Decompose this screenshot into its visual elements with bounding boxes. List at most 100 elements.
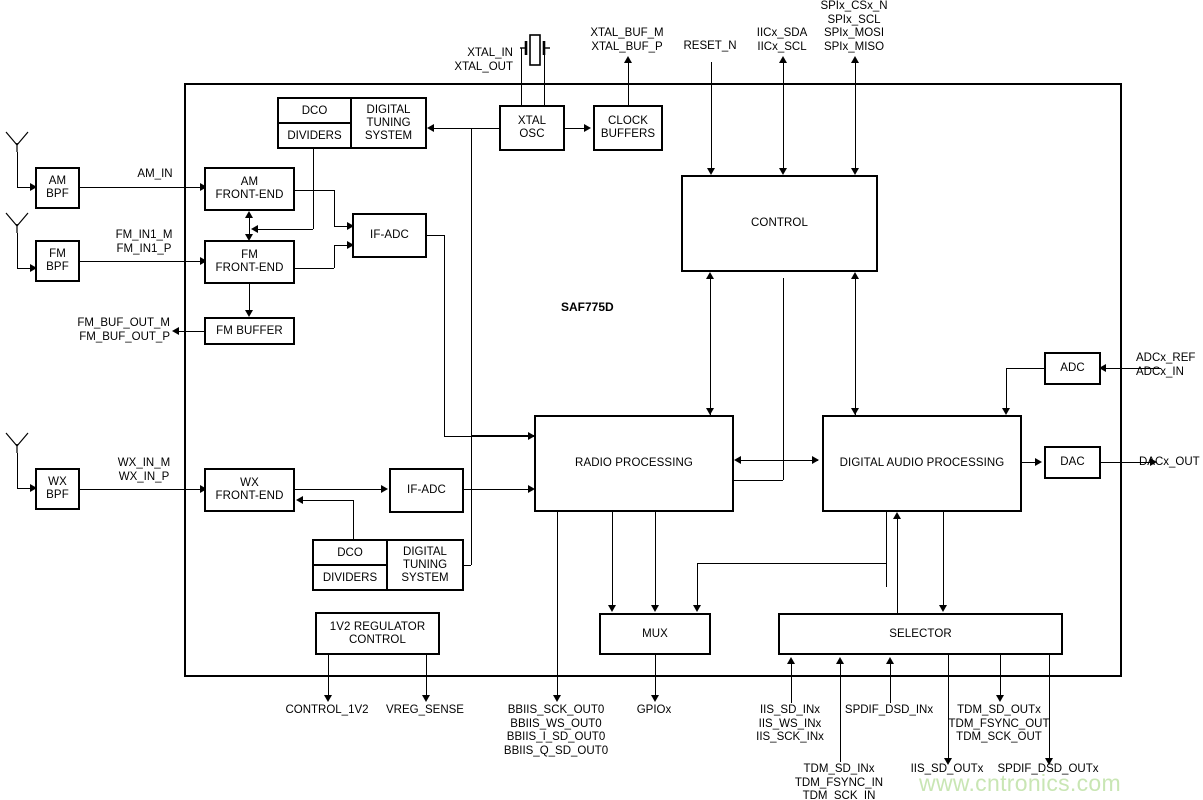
block-digital-tuning-top-label: DIGITAL TUNING SYSTEM [364, 103, 413, 142]
signal-label-control-1v2: CONTROL_1V2 [285, 704, 369, 716]
wire-antenna-fm-down [17, 233, 18, 268]
signal-label-spi: SPIx_CSx_N SPIx_SCL SPIx_MOSI SPIx_MISO [820, 0, 888, 53]
signal-label-reset-n: RESET_N [683, 40, 737, 52]
block-wx-front-end: WX FRONT-END [204, 468, 295, 512]
wire-if-adc-bottom-out [464, 489, 530, 490]
signal-label-xtal-buf: XTAL_BUF_M XTAL_BUF_P [590, 27, 664, 53]
wire-xtal-clock-bus-down [471, 128, 472, 435]
wire-dap-to-mux-down2 [697, 563, 698, 607]
arrow-gpiox-out [651, 695, 659, 702]
wire-mux-to-gpiox [655, 655, 656, 699]
wire-am-front-end-down [334, 190, 335, 226]
block-fm-front-end: FM FRONT-END [204, 240, 295, 284]
block-control: CONTROL [681, 175, 878, 272]
wire-xtal-clock-down-to-bottom-tuning [471, 435, 472, 565]
wire-control-to-radio [710, 278, 711, 415]
watermark: www.cntronics.com [919, 770, 1121, 796]
crystal-icon [520, 34, 550, 66]
wire-fm-bpf-to-front-end [80, 261, 204, 262]
wire-spi [855, 62, 856, 169]
block-fm-bpf: FM BPF [35, 240, 80, 282]
arrow-reset-n-in [707, 168, 715, 175]
signal-label-gpiox: GPIOx [636, 704, 672, 716]
signal-label-vreg-sense: VREG_SENSE [386, 704, 464, 716]
chip-name-label: SAF775D [561, 300, 614, 314]
arrow-fm-buffer-in [245, 310, 253, 317]
block-selector: SELECTOR [778, 613, 1063, 655]
wire-wx-front-end-to-if-adc [295, 489, 383, 490]
wire-tdm-in [840, 663, 841, 762]
wire-wx-bpf-to-front-end [80, 489, 204, 490]
arrow-iic-out [779, 56, 787, 63]
wire-radio-to-dap [740, 460, 818, 461]
signal-label-xtal-in-out: XTAL_IN XTAL_OUT [454, 47, 513, 73]
wire-reset-n [711, 62, 712, 169]
block-radio-processing: RADIO PROCESSING [534, 415, 734, 512]
signal-label-wx-in: WX_IN_M WX_IN_P [117, 457, 171, 483]
wire-dco-bottom-up [353, 500, 354, 539]
block-if-adc-bottom: IF-ADC [389, 468, 464, 513]
wire-control-to-dap [855, 278, 856, 415]
signal-label-spdif-dsd-in: SPDIF_DSD_INx [844, 704, 934, 716]
arrow-dac-in [1035, 458, 1042, 466]
wire-fm-front-end-up [334, 245, 335, 268]
wire-vreg-sense [426, 655, 427, 699]
wire-adc-out [1006, 368, 1044, 369]
wire-dap-to-mux-jog [697, 563, 886, 564]
arrow-dap-in-from-adc [1002, 408, 1010, 415]
wire-am-front-end-out [295, 190, 334, 191]
block-clock-buffers: CLOCK BUFFERS [593, 105, 663, 151]
antenna-fm-icon [5, 212, 29, 233]
arrow-selector-in-iis [787, 657, 795, 664]
arrow-bbiis-out [553, 695, 561, 702]
wire-fm-front-end-to-buffer [249, 284, 250, 312]
block-adc: ADC [1044, 352, 1101, 385]
arrow-fm-buf-out [172, 327, 179, 335]
wire-dividers-top-to-front-ends [253, 229, 313, 230]
arrow-control-1v2-out [324, 695, 332, 702]
wire-if-adc-top-down [444, 235, 445, 436]
block-dco-tuning-top: DCO DIVIDERS DIGITAL TUNING SYSTEM [277, 97, 427, 149]
block-digital-tuning-bottom-label: DIGITAL TUNING SYSTEM [401, 545, 449, 584]
block-fm-buffer: FM BUFFER [204, 317, 295, 345]
arrow-mux-in-control [651, 605, 659, 612]
arrow-spi-in [851, 168, 859, 175]
arrow-mux-in-radio [608, 605, 616, 612]
wire-adc-to-dap [1006, 368, 1007, 409]
arrow-control-in-from-radio [706, 272, 714, 279]
arrow-am-front-end-link-up [245, 211, 253, 218]
wire-am-bpf-to-front-end [80, 187, 204, 188]
arrow-tdm-out [996, 695, 1004, 702]
block-dco-top-label: DCO [279, 99, 350, 124]
block-am-bpf: AM BPF [35, 167, 80, 209]
arrow-selector-in-spdif [886, 657, 894, 664]
wire-dap-to-mux-down [886, 512, 887, 587]
signal-label-tdm-out: TDM_SD_OUTx TDM_FSYNC_OUT TDM_SCK_OUT [948, 704, 1050, 743]
block-am-front-end: AM FRONT-END [204, 167, 295, 211]
wire-spdif-dsd-in [890, 663, 891, 703]
block-if-adc-top: IF-ADC [352, 213, 427, 258]
arrow-selector-in-from-dap [939, 605, 947, 612]
wire-selector-to-dap [897, 518, 898, 613]
wire-tdm-out [1000, 655, 1001, 699]
wire-fm-buffer-out [178, 331, 204, 332]
wire-dco-bottom-to-wx [302, 500, 353, 501]
wire-control-to-mux [783, 278, 784, 480]
wire-dap-to-selector [943, 512, 944, 607]
signal-label-dac-out: DACx_OUT [1139, 456, 1200, 468]
arrow-dap-in-from-selector [893, 512, 901, 519]
arrow-digital-tuning-top-clock-in [427, 124, 434, 132]
arrow-spi-out [851, 56, 859, 63]
wire-iis-in [791, 663, 792, 703]
block-dco-tuning-bottom: DCO DIVIDERS DIGITAL TUNING SYSTEM [312, 539, 464, 591]
block-mux: MUX [599, 613, 711, 655]
arrow-wx-front-end-tuning-in [296, 496, 303, 504]
wire-if-adc-top-out [427, 235, 444, 236]
signal-label-adc-in: ADCx_REF ADCx_IN [1136, 352, 1196, 378]
wire-control-1v2 [328, 655, 329, 699]
arrow-vreg-sense-out [422, 695, 430, 702]
arrow-radio-in-from-control [706, 408, 714, 415]
wire-if-adc-top-to-radio [444, 436, 534, 437]
wire-clock-buffers-out-up [628, 62, 629, 105]
block-diagram-canvas: SAF775D AM BPF FM BPF WX BPF AM_IN FM_IN… [0, 0, 1203, 800]
